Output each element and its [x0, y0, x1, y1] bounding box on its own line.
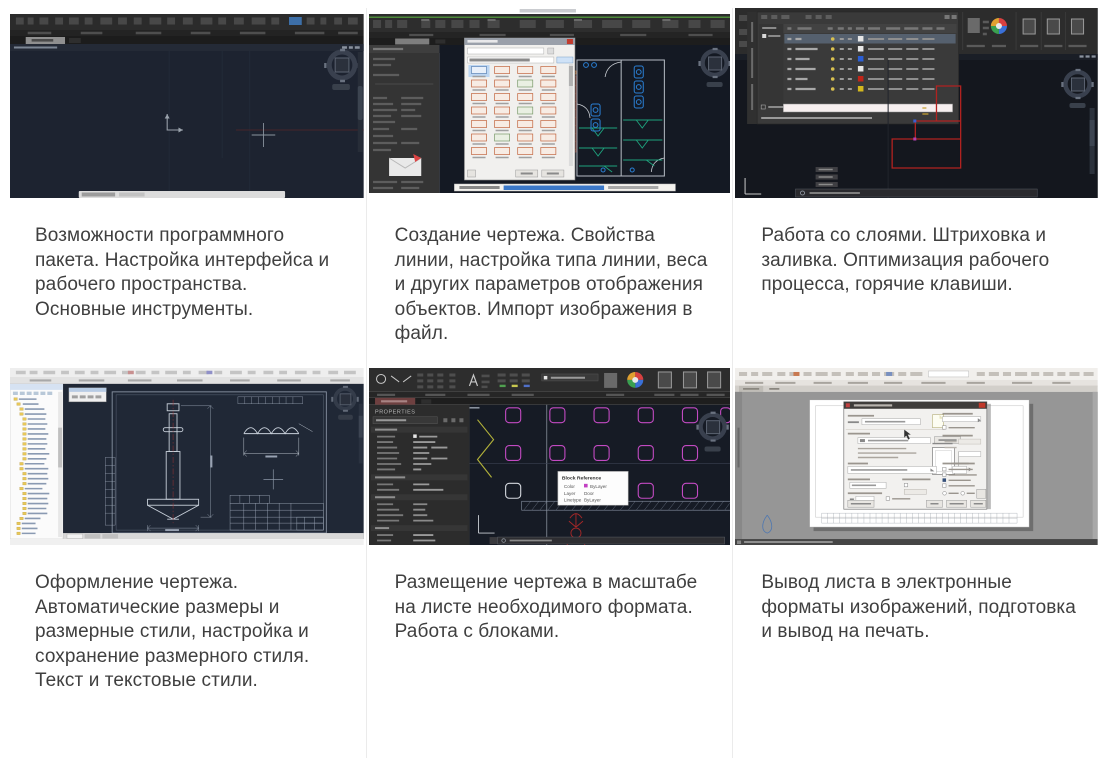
svg-text:ByLayer: ByLayer	[584, 498, 601, 503]
toolbar	[10, 368, 364, 384]
ribbon	[10, 14, 364, 44]
lesson-card-1: Возможности программного пакета. Настрой…	[0, 8, 367, 368]
drawing-canvas	[63, 384, 364, 539]
lesson-1-description: Возможности программного пакета. Настрой…	[0, 224, 366, 322]
scrollbar[interactable]	[1093, 392, 1098, 539]
floating-toolbar[interactable]	[69, 388, 106, 402]
clipboard-panel-icon[interactable]	[683, 372, 696, 388]
lesson-3-thumbnail	[735, 8, 1098, 198]
lesson-1-thumbnail	[10, 8, 364, 198]
svg-text:Door: Door	[584, 491, 594, 496]
scrollbar[interactable]	[358, 52, 363, 152]
command-history	[816, 167, 838, 187]
properties-color-wheel-icon[interactable]	[627, 372, 643, 388]
close-icon[interactable]	[979, 403, 986, 408]
lesson-card-3: Работа со слоями. Штриховка и заливка. О…	[733, 8, 1100, 368]
lesson-5-thumbnail: PROPERTIES	[369, 368, 731, 545]
lesson-card-6: Вывод листа в электронные форматы изобра…	[733, 368, 1100, 758]
view-panel-icon[interactable]	[707, 372, 720, 388]
autocad-dimensioned-drawing-screenshot	[10, 368, 364, 545]
dwf-file-icon	[933, 415, 944, 428]
utilities-panel-icon[interactable]	[658, 372, 671, 388]
autocad-layer-manager-screenshot	[735, 8, 1098, 198]
lesson-card-4: Оформление чертежа. Автоматические разме…	[0, 368, 367, 758]
lesson-card-2: Создание чертежа. Свойства линии, настро…	[367, 8, 734, 368]
lesson-6-thumbnail	[735, 368, 1098, 545]
plot-dialog[interactable]	[844, 402, 991, 509]
utilities-panel-icon[interactable]	[1023, 19, 1035, 34]
lessons-grid: Возможности программного пакета. Настрой…	[0, 8, 1100, 758]
properties-palette	[369, 45, 439, 193]
autocad-empty-drawing-screenshot	[10, 8, 364, 198]
svg-text:Color: Color	[564, 484, 575, 489]
svg-text:Layer: Layer	[564, 491, 576, 496]
layer-properties-manager[interactable]	[747, 12, 959, 124]
clipboard-panel-icon[interactable]	[1048, 19, 1060, 34]
drawing-canvas: Block Reference Color ByLayer Layer Door…	[469, 405, 730, 545]
command-line[interactable]	[796, 189, 1038, 197]
lesson-2-description: Создание чертежа. Свойства линии, настро…	[367, 224, 733, 347]
autocad-block-reference-screenshot: PROPERTIES	[369, 368, 731, 545]
ribbon	[735, 368, 1098, 392]
preview-icon-button[interactable]	[977, 489, 986, 498]
close-icon[interactable]	[567, 39, 573, 44]
sheet-set-tree-palette[interactable]	[10, 384, 63, 539]
svg-text:ByLayer: ByLayer	[590, 484, 607, 489]
lesson-3-description: Работа со слоями. Штриховка и заливка. О…	[733, 224, 1100, 298]
design-center-dialog[interactable]	[464, 38, 575, 180]
properties-palette[interactable]: PROPERTIES	[369, 405, 469, 545]
lesson-5-description: Размещение чертежа в масштабе на листе н…	[367, 571, 733, 645]
ribbon	[369, 368, 731, 405]
svg-text:Linetype: Linetype	[564, 498, 582, 503]
color-chip	[584, 484, 588, 488]
layout-tabs[interactable]	[63, 533, 364, 539]
lesson-2-thumbnail	[369, 8, 731, 198]
autocad-plot-dialog-screenshot	[735, 368, 1098, 545]
lesson-6-description: Вывод листа в электронные форматы изобра…	[733, 571, 1100, 645]
command-line[interactable]	[79, 191, 285, 198]
lesson-4-thumbnail	[10, 368, 364, 545]
block-reference-tooltip: Block Reference Color ByLayer Layer Door…	[558, 471, 628, 505]
lesson-4-description: Оформление чертежа. Автоматические разме…	[0, 571, 366, 694]
properties-color-wheel-icon[interactable]	[991, 18, 1007, 34]
drawing-canvas	[10, 44, 364, 198]
command-line[interactable]	[454, 184, 675, 191]
properties-palette-title: PROPERTIES	[375, 410, 415, 416]
svg-text:Block Reference: Block Reference	[562, 475, 601, 481]
view-panel-icon[interactable]	[1072, 19, 1084, 34]
command-line[interactable]	[489, 537, 724, 544]
center-plot-checkbox[interactable]	[886, 497, 890, 500]
lesson-card-5: PROPERTIES	[367, 368, 734, 758]
course-program-section: Возможности программного пакета. Настрой…	[0, 0, 1100, 758]
autocad-design-center-screenshot	[369, 8, 731, 198]
status-bar	[735, 539, 1098, 545]
